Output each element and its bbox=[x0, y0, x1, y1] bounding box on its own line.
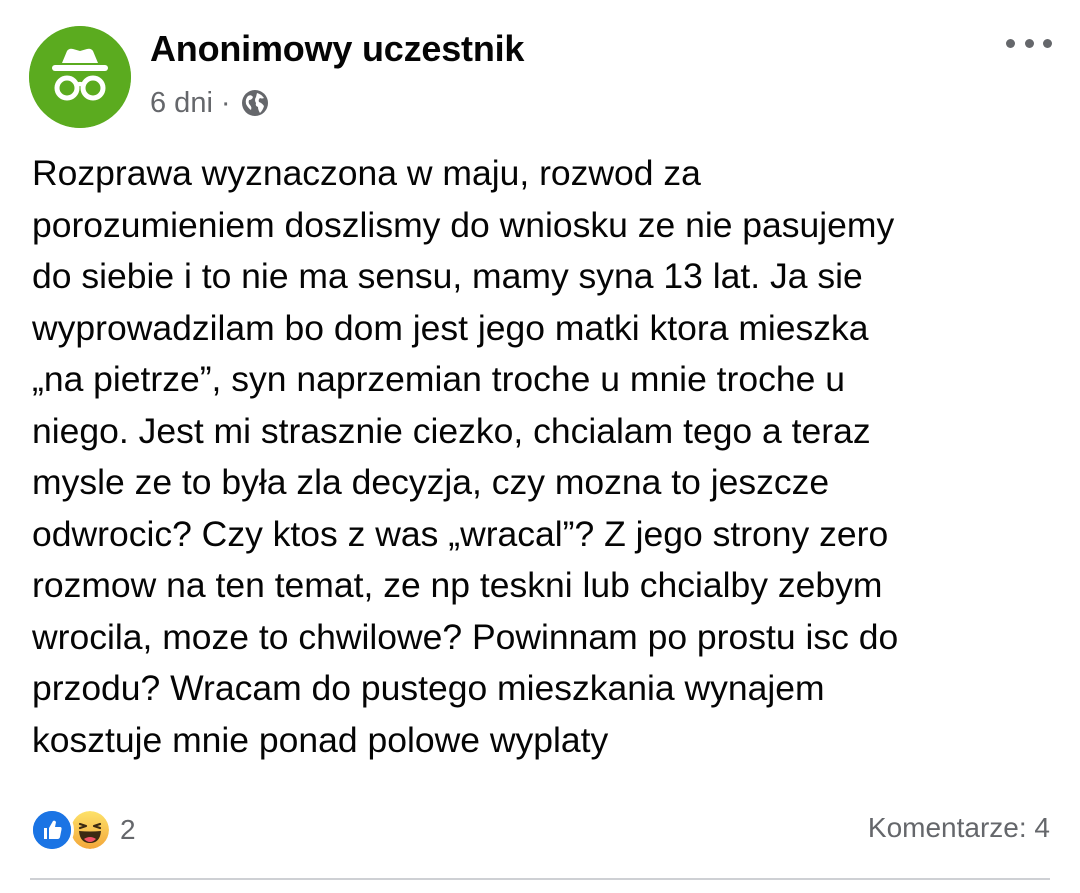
globe-icon[interactable] bbox=[240, 88, 270, 118]
author-name[interactable]: Anonimowy uczestnik bbox=[150, 28, 524, 70]
reactions-summary[interactable]: 2 bbox=[30, 807, 136, 853]
more-dot bbox=[1043, 38, 1052, 48]
divider bbox=[30, 878, 1050, 880]
more-dot bbox=[1006, 38, 1015, 48]
meta-separator: · bbox=[220, 86, 231, 119]
comments-count-link[interactable]: Komentarze: 4 bbox=[868, 812, 1050, 844]
post-meta: 6 dni · bbox=[150, 84, 270, 122]
reaction-count: 2 bbox=[120, 814, 136, 845]
post-time[interactable]: 6 dni bbox=[150, 87, 213, 120]
more-options-icon[interactable] bbox=[1006, 28, 1052, 58]
haha-icon bbox=[68, 808, 112, 852]
more-dot bbox=[1024, 38, 1034, 48]
like-icon bbox=[30, 808, 74, 852]
incognito-icon bbox=[29, 26, 131, 128]
post-card: Anonimowy uczestnik 6 dni · Rozprawa wyz… bbox=[0, 0, 1080, 893]
post-body-text: Rozprawa wyznaczona w maju, rozwod za po… bbox=[32, 153, 899, 760]
author-avatar[interactable] bbox=[29, 26, 131, 128]
reaction-icons bbox=[30, 808, 112, 852]
